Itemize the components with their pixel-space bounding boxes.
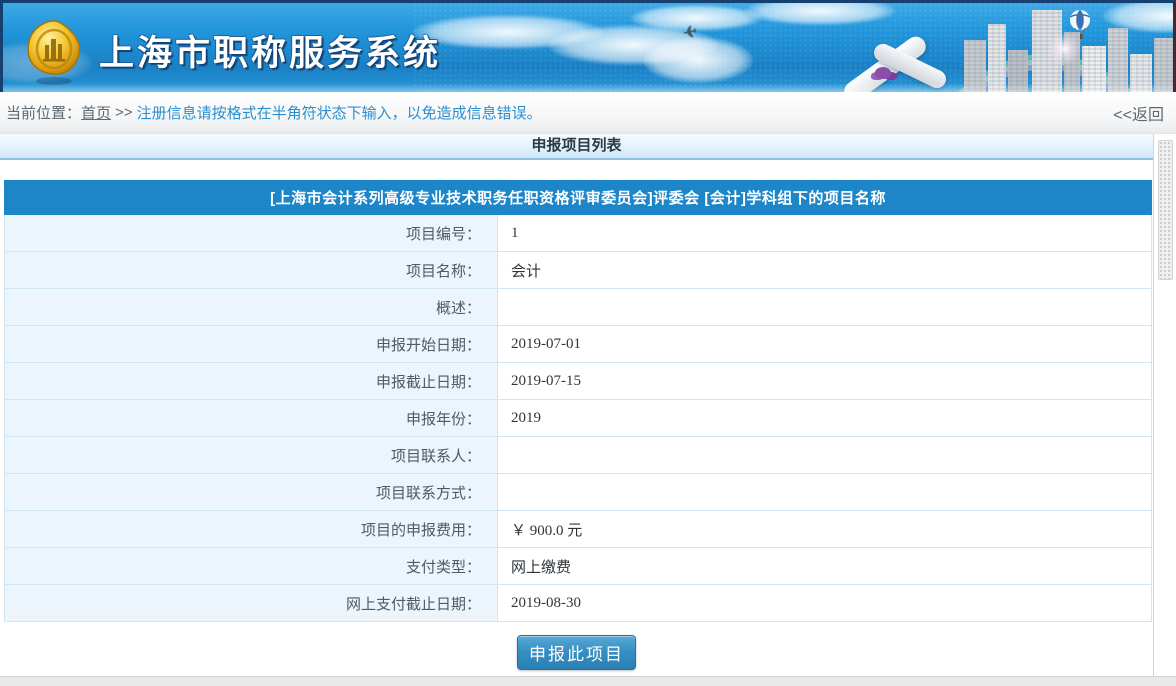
breadcrumb-notice: 注册信息请按格式在半角符状态下输入，以免造成信息错误。 — [137, 102, 542, 123]
row-label: 项目联系方式： — [5, 474, 498, 511]
project-detail-table: [上海市会计系列高级专业技术职务任职资格评审委员会]评委会 [会计]学科组下的项… — [4, 180, 1152, 622]
row-value: 2019-07-01 — [498, 326, 1152, 363]
row-value — [498, 289, 1152, 326]
row-value: 1 — [498, 215, 1152, 252]
lens-flare-decoration — [1047, 32, 1081, 66]
row-value — [498, 437, 1152, 474]
table-header-row: [上海市会计系列高级专业技术职务任职资格评审委员会]评委会 [会计]学科组下的项… — [5, 181, 1152, 215]
table-row: 支付类型： 网上缴费 — [5, 548, 1152, 585]
home-link[interactable]: 首页 — [81, 102, 111, 123]
row-value: 2019-08-30 — [498, 585, 1152, 622]
row-value: ￥ 900.0 元 — [498, 511, 1152, 548]
table-row: 申报年份： 2019 — [5, 400, 1152, 437]
row-label: 概述： — [5, 289, 498, 326]
table-row: 项目联系人： — [5, 437, 1152, 474]
row-value: 会计 — [498, 252, 1152, 289]
row-value: 2019 — [498, 400, 1152, 437]
app-logo-icon — [17, 15, 91, 89]
row-label: 项目联系人： — [5, 437, 498, 474]
table-row: 概述： — [5, 289, 1152, 326]
row-label: 申报年份： — [5, 400, 498, 437]
app-title: 上海市职称服务系统 — [99, 25, 441, 76]
table-row: 项目的申报费用： ￥ 900.0 元 — [5, 511, 1152, 548]
row-label: 支付类型： — [5, 548, 498, 585]
app-header: ✈ — [0, 0, 1176, 92]
scrollbar-thumb[interactable] — [1158, 140, 1173, 280]
table-row: 网上支付截止日期： 2019-08-30 — [5, 585, 1152, 622]
row-value: 网上缴费 — [498, 548, 1152, 585]
table-row: 项目编号： 1 — [5, 215, 1152, 252]
bottom-strip — [0, 676, 1176, 686]
table-header-title: [上海市会计系列高级专业技术职务任职资格评审委员会]评委会 [会计]学科组下的项… — [5, 181, 1152, 215]
row-label: 申报开始日期： — [5, 326, 498, 363]
table-row: 申报开始日期： 2019-07-01 — [5, 326, 1152, 363]
main-content: 申报项目列表 [上海市会计系列高级专业技术职务任职资格评审委员会]评委会 [会计… — [0, 134, 1154, 676]
apply-button[interactable]: 申报此项目 — [517, 635, 636, 670]
page-title: 申报项目列表 — [0, 134, 1153, 160]
return-link[interactable]: <<返回 — [1113, 101, 1164, 125]
row-label: 申报截止日期： — [5, 363, 498, 400]
breadcrumb-separator: >> — [115, 104, 133, 121]
table-row: 项目联系方式： — [5, 474, 1152, 511]
breadcrumb: 当前位置： 首页 >> 注册信息请按格式在半角符状态下输入，以免造成信息错误。 … — [0, 92, 1176, 134]
row-value — [498, 474, 1152, 511]
row-label: 网上支付截止日期： — [5, 585, 498, 622]
cloud-decoration — [643, 37, 753, 83]
row-label: 项目的申报费用： — [5, 511, 498, 548]
vertical-scrollbar[interactable] — [1158, 138, 1173, 668]
table-row: 项目名称： 会计 — [5, 252, 1152, 289]
header-gloss — [3, 83, 1173, 92]
row-label: 项目名称： — [5, 252, 498, 289]
table-row: 申报截止日期： 2019-07-15 — [5, 363, 1152, 400]
row-label: 项目编号： — [5, 215, 498, 252]
breadcrumb-location-label: 当前位置： — [6, 102, 81, 123]
row-value: 2019-07-15 — [498, 363, 1152, 400]
